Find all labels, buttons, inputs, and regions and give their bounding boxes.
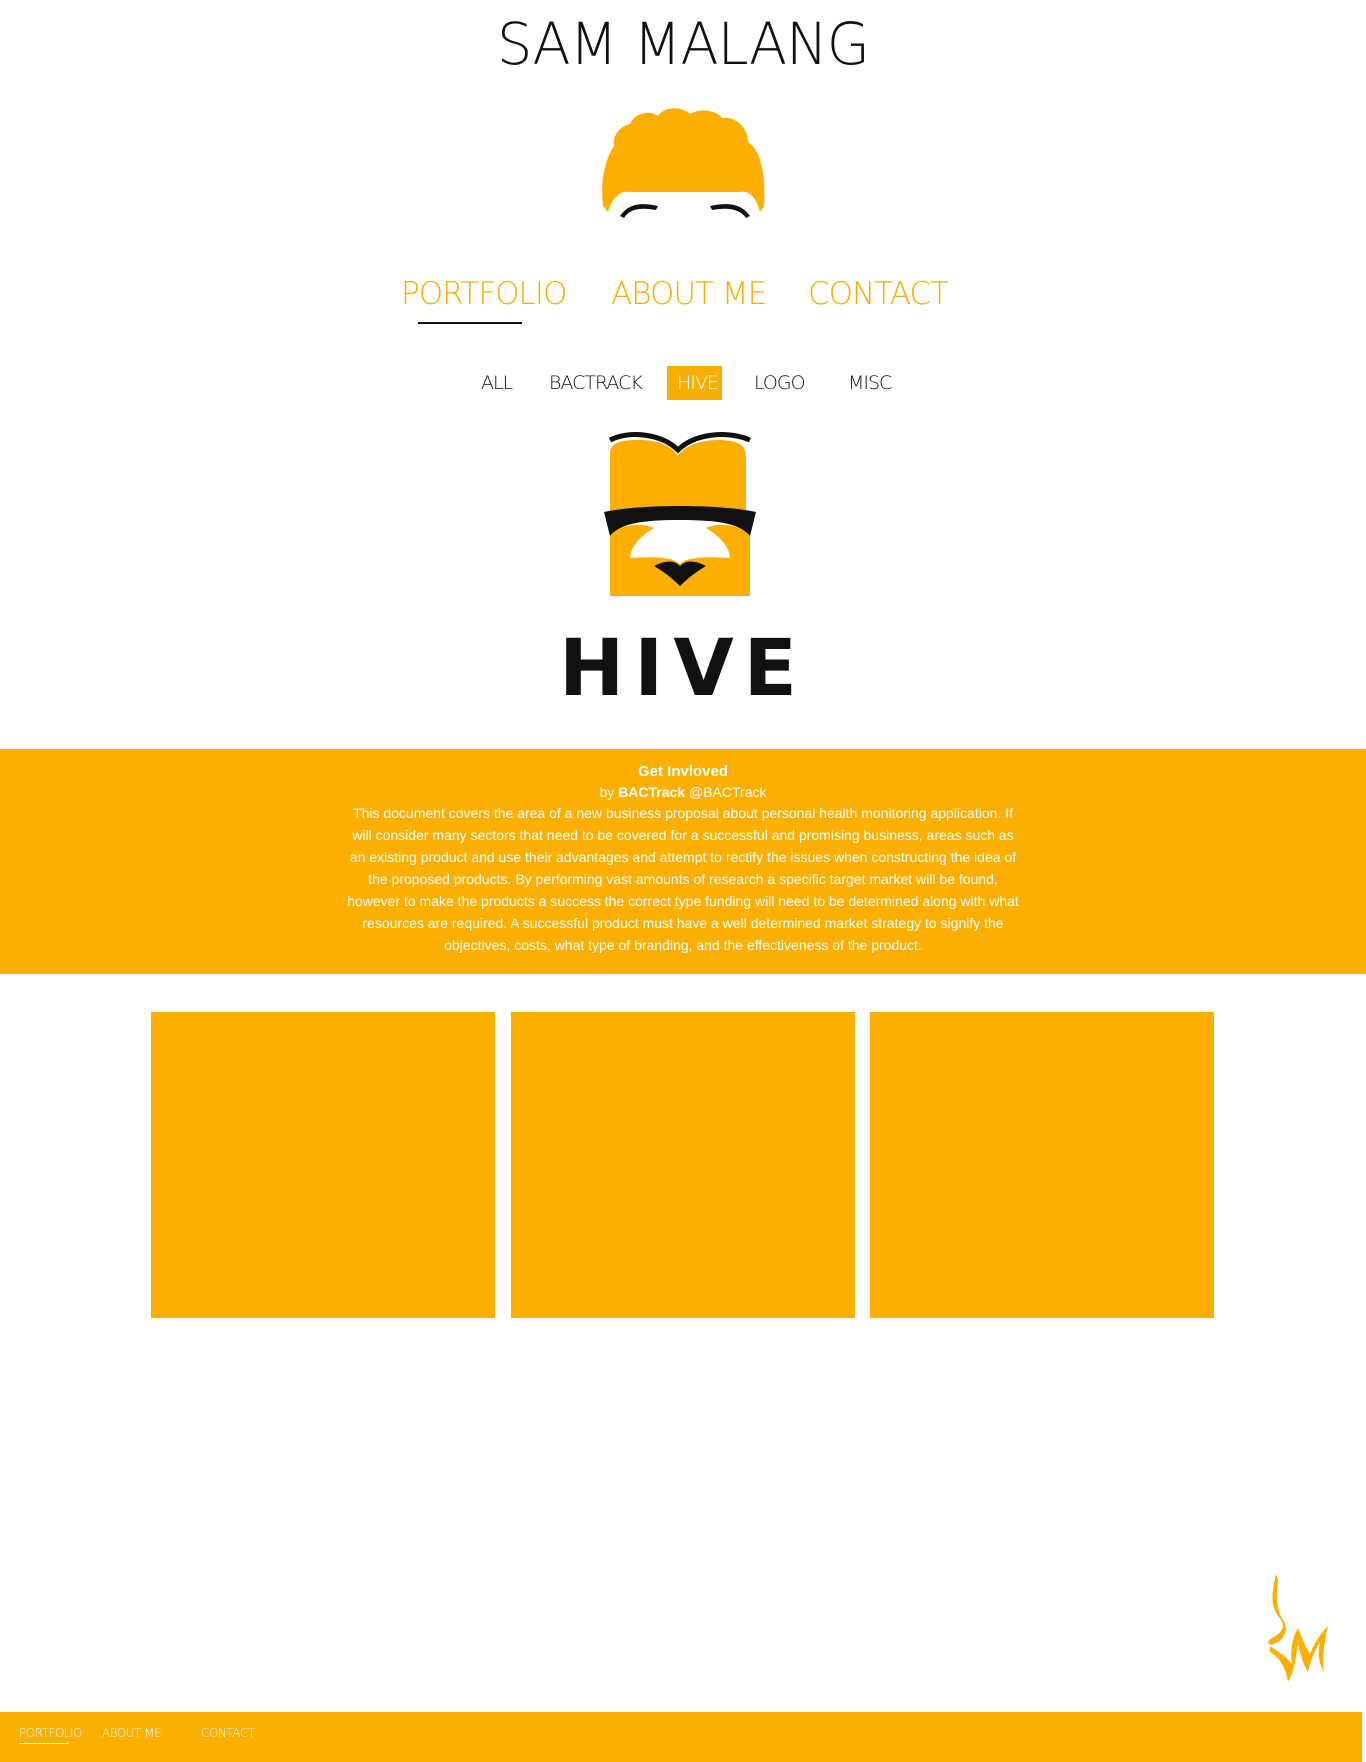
byline-author: BACTrack (618, 784, 686, 800)
main-nav: PORTFOLIO ABOUT ME CONTACT (0, 276, 1366, 336)
gallery-tile[interactable] (511, 1012, 855, 1318)
project-info-band: Get Invloved by BACTrack @BACTrack This … (0, 749, 1366, 974)
filter-all[interactable]: ALL (471, 366, 522, 400)
site-title: SAM MALANG (497, 10, 870, 78)
byline-prefix: by (599, 784, 615, 800)
filter-hive[interactable]: HIVE (667, 366, 722, 400)
nav-contact-link[interactable]: CONTACT (808, 276, 949, 312)
portfolio-filter-bar: ALL BACTRACK HIVE LOGO MISC (0, 366, 1366, 402)
hive-bee-logo-icon (604, 432, 756, 596)
footer-bar: PORTFOLIO ABOUT ME CONTACT (0, 1712, 1362, 1762)
footer-about-me-link[interactable]: ABOUT ME (102, 1726, 162, 1740)
byline-handle: @BACTrack (689, 784, 767, 800)
footer-portfolio-link[interactable]: PORTFOLIO (19, 1726, 83, 1740)
gallery-tile[interactable] (151, 1012, 495, 1318)
avatar-hair-icon (602, 108, 765, 218)
project-gallery (0, 1012, 1366, 1318)
footer-contact-link[interactable]: CONTACT (201, 1726, 255, 1740)
sm-signature-monogram-icon (1268, 1574, 1328, 1682)
footer-active-underline (19, 1743, 69, 1744)
hive-wordmark: HIVE (559, 624, 807, 714)
project-byline: by BACTrack @BACTrack (0, 782, 1366, 802)
nav-about-me-link[interactable]: ABOUT ME (611, 276, 767, 312)
active-nav-underline (418, 322, 522, 324)
filter-misc[interactable]: MISC (838, 366, 901, 400)
filter-bactrack[interactable]: BACTRACK (539, 366, 652, 400)
project-description: This document covers the area of a new b… (347, 805, 1019, 953)
gallery-tile[interactable] (870, 1012, 1214, 1318)
filter-logo[interactable]: LOGO (744, 366, 815, 400)
nav-portfolio-link[interactable]: PORTFOLIO (401, 276, 567, 312)
project-title: Get Invloved (637, 763, 729, 780)
